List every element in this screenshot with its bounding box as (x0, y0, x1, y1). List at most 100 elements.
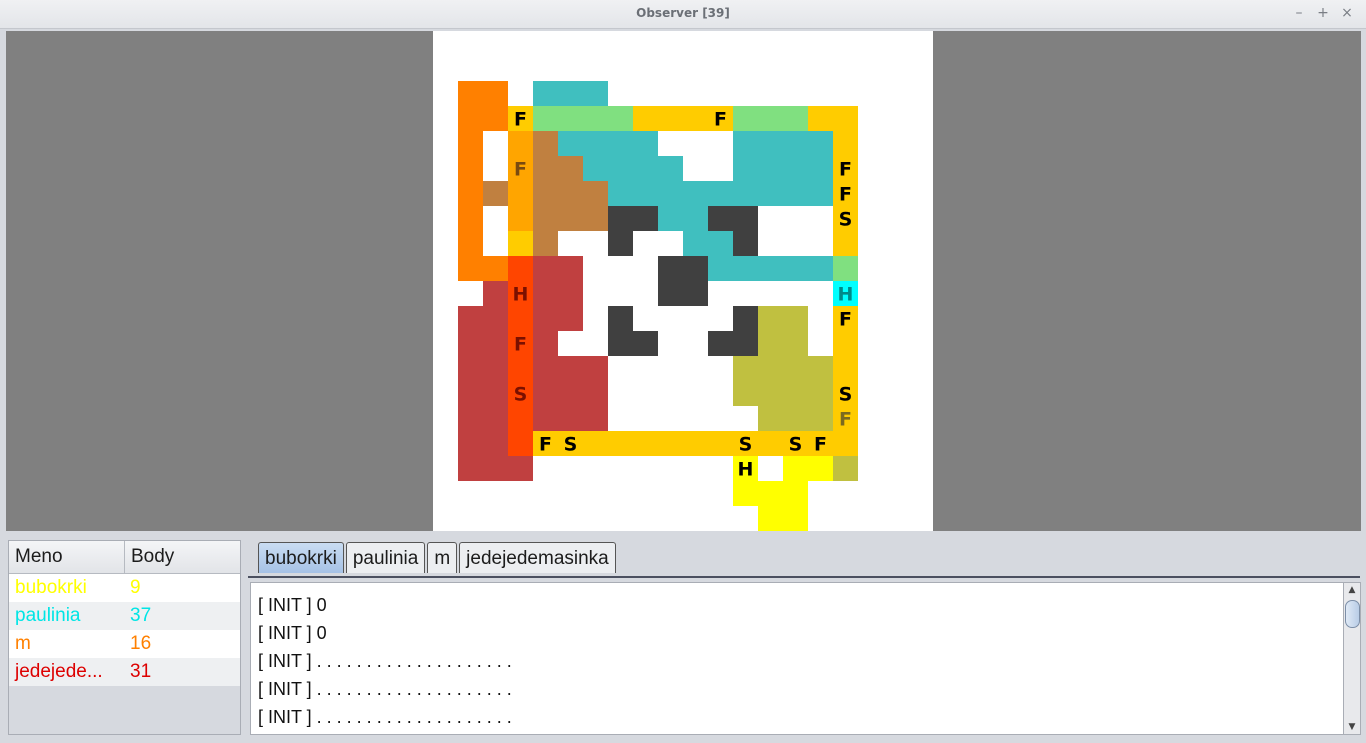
tab-m[interactable]: m (427, 542, 458, 573)
board-cell (658, 206, 683, 231)
board-cell (583, 156, 608, 181)
bottom-panel: Meno Body bubokrki 9 paulinia 37 m 16 je… (0, 531, 1366, 743)
board-cell (733, 131, 758, 156)
board-cell (583, 81, 608, 106)
board-cell (483, 106, 508, 131)
minimize-icon[interactable]: – (1290, 4, 1308, 22)
log-output[interactable]: [ INIT ] 0 [ INIT ] 0 [ INIT ] . . . . .… (250, 582, 1345, 735)
board-cell (683, 231, 708, 256)
tab-paulinia[interactable]: paulinia (345, 542, 426, 573)
board-cell (583, 206, 608, 231)
cell-marker-label: F (814, 434, 827, 456)
board-cell (783, 156, 808, 181)
board-cell (458, 381, 483, 406)
log-scrollbar[interactable]: ▲ ▼ (1343, 582, 1361, 735)
tab-bubokrki[interactable]: bubokrki (258, 542, 344, 573)
board-cell (558, 256, 583, 281)
board-cell (608, 206, 633, 231)
board-cell (708, 181, 733, 206)
scroll-thumb[interactable] (1345, 600, 1360, 628)
scoreboard-row[interactable]: paulinia 37 (9, 602, 240, 630)
board-cell (558, 206, 583, 231)
board-cell (733, 231, 758, 256)
player-name: jedejede... (15, 661, 103, 682)
scroll-down-icon[interactable]: ▼ (1344, 720, 1360, 734)
board-cell (583, 131, 608, 156)
board-cell (508, 231, 533, 256)
board-cell (533, 231, 558, 256)
board-cell (483, 406, 508, 431)
name-column-header[interactable]: Meno (9, 541, 125, 573)
points-column-header[interactable]: Body (125, 541, 174, 573)
board-cell (833, 256, 858, 281)
board-cell (783, 506, 808, 531)
board-cell (733, 331, 758, 356)
board-cell (533, 181, 558, 206)
board-cell (508, 206, 533, 231)
board-cell (508, 431, 533, 456)
log-line: [ INIT ] . . . . . . . . . . . . . . . .… (258, 679, 512, 699)
window-title: Observer [39] (636, 6, 730, 20)
board-cell (508, 356, 533, 381)
scroll-up-icon[interactable]: ▲ (1344, 583, 1360, 597)
board-cell (483, 256, 508, 281)
board-cell (683, 431, 708, 456)
scoreboard-row[interactable]: jedejede... 31 (9, 658, 240, 686)
board-cell (508, 131, 533, 156)
board-cell (608, 331, 633, 356)
cell-marker-label: S (839, 209, 853, 231)
maximize-icon[interactable]: + (1314, 4, 1332, 22)
board-cell (683, 106, 708, 131)
board-cell (758, 256, 783, 281)
board-cell (458, 106, 483, 131)
cell-marker-label: H (513, 284, 529, 306)
board-cell (708, 331, 733, 356)
board-cell (758, 181, 783, 206)
board-cell (533, 256, 558, 281)
board-cell (533, 106, 558, 131)
board-cell (558, 406, 583, 431)
board-cell (783, 481, 808, 506)
board-cell (583, 431, 608, 456)
cell-marker-label: S (564, 434, 578, 456)
board-cell (508, 306, 533, 331)
board-cell (833, 331, 858, 356)
board-cell (758, 131, 783, 156)
cell-marker-label: F (839, 309, 852, 331)
board-cell (608, 131, 633, 156)
board-cell (583, 356, 608, 381)
board-cell (783, 406, 808, 431)
board-cell (583, 106, 608, 131)
player-name: paulinia (15, 605, 81, 626)
scoreboard-row[interactable]: bubokrki 9 (9, 574, 240, 602)
board-cell (533, 381, 558, 406)
tab-jedejedemasinka[interactable]: jedejedemasinka (459, 542, 616, 573)
board-cell (658, 256, 683, 281)
title-bar: Observer [39] – + × (0, 0, 1366, 29)
board-cell (483, 381, 508, 406)
board-cell (758, 481, 783, 506)
game-board: FFFFFSHHFFSSFFSSSFH (433, 31, 933, 531)
player-points: 31 (130, 661, 152, 682)
board-cell (558, 81, 583, 106)
board-grid: F FF FFSH HFFS SFF S S S FH (458, 81, 858, 531)
scoreboard-row[interactable]: m 16 (9, 630, 240, 658)
board-cell (733, 381, 758, 406)
board-cell (558, 156, 583, 181)
board-cell (633, 131, 658, 156)
board-cell (558, 306, 583, 331)
tab-divider (248, 576, 1360, 578)
scoreboard: Meno Body bubokrki 9 paulinia 37 m 16 je… (8, 540, 241, 735)
board-cell (808, 356, 833, 381)
board-cell (808, 381, 833, 406)
board-cell (808, 181, 833, 206)
board-cell (783, 256, 808, 281)
board-cell (783, 331, 808, 356)
board-cell (708, 231, 733, 256)
board-cell (558, 356, 583, 381)
board-cell (833, 231, 858, 256)
board-cell (683, 206, 708, 231)
close-icon[interactable]: × (1338, 4, 1356, 22)
board-cell (583, 181, 608, 206)
board-cell (458, 331, 483, 356)
